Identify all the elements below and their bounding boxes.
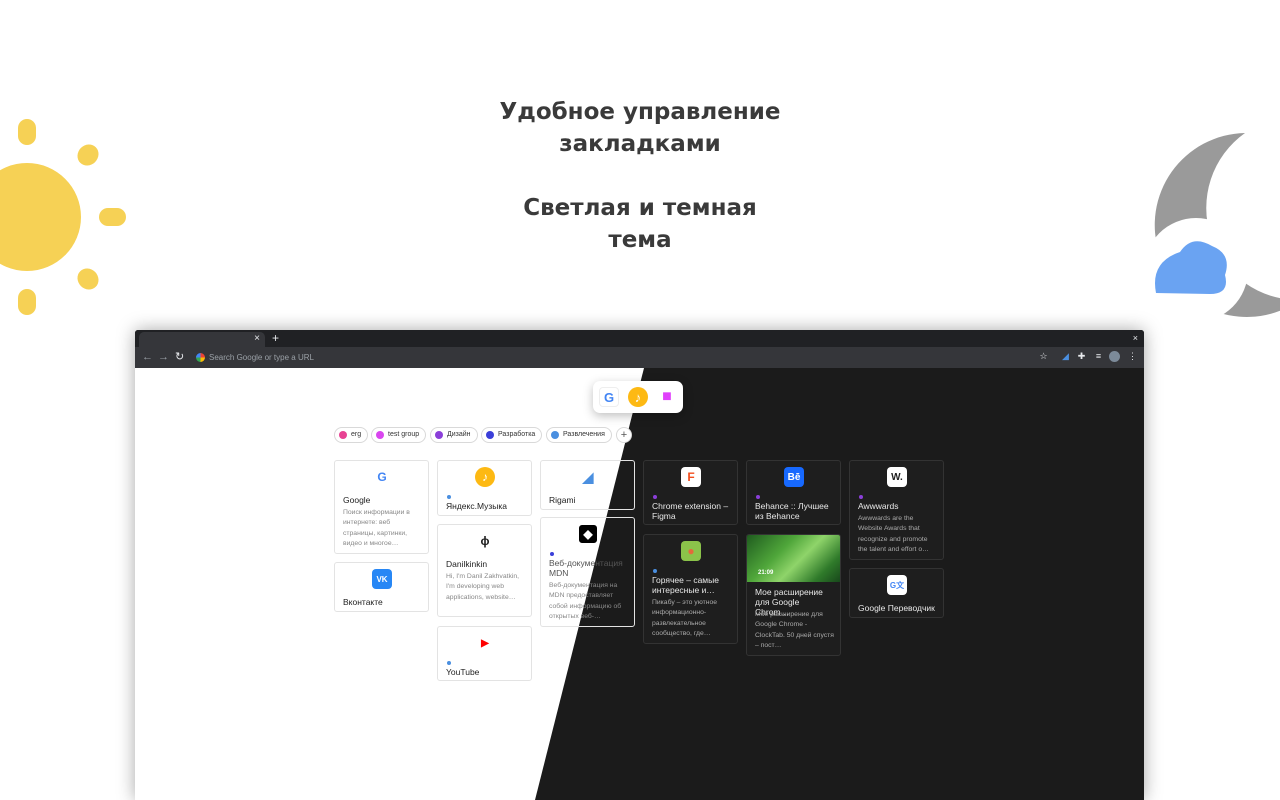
pikabu-icon: ● (681, 541, 701, 561)
card-title: Яндекс.Музыка (446, 501, 508, 511)
browser-toolbar: ← → ↻ Search Google or type a URL ☆ ◢ ✚ … (135, 347, 1144, 368)
group-chip[interactable]: erg (334, 427, 369, 443)
awwwards-icon: W. (887, 467, 907, 487)
add-group-button[interactable]: + (616, 427, 632, 443)
new-tab-button[interactable]: + (272, 332, 279, 345)
favorites-dock: G ♪ ■ (593, 381, 683, 413)
reload-button[interactable]: ↻ (175, 350, 184, 364)
card-title: Google Переводчик (858, 603, 935, 613)
extensions-puzzle-icon[interactable]: ✚ (1076, 351, 1087, 362)
group-chip-label: Разработка (498, 431, 536, 438)
star-icon[interactable]: ☆ (1038, 351, 1049, 362)
rigami-icon: ◢ (582, 468, 594, 485)
address-bar-placeholder: Search Google or type a URL (209, 353, 314, 362)
card-title: YouTube (446, 667, 480, 677)
card-title: Веб-документация MDN (549, 558, 623, 578)
card-description: Поиск информации в интернете: веб страни… (343, 509, 410, 548)
card-description: Веб-документация на MDN предоставляет со… (549, 582, 622, 621)
card-description: Пикабу – это уютное информационно-развле… (652, 599, 718, 638)
youtube-icon: ▶ (481, 637, 489, 649)
dock-folder-icon[interactable]: ■ (657, 387, 677, 407)
mdn-icon: ◆ (578, 524, 598, 544)
menu-kebab-icon[interactable]: ⋮ (1127, 351, 1138, 362)
bookmark-card[interactable]: ɸ Danilkinkin Hi, I'm Danil Zakhvatkin, … (437, 524, 532, 617)
card-title: Chrome extension – Figma (652, 501, 729, 521)
card-description: Awwwards are the Website Awards that rec… (858, 515, 929, 554)
forward-button[interactable]: → (158, 350, 169, 364)
google-icon (196, 353, 205, 362)
card-title: Danilkinkin (446, 559, 488, 569)
card-title: Awwwards (858, 501, 899, 511)
bookmark-card[interactable]: G Google Поиск информации в интернете: в… (334, 460, 429, 554)
browser-tab[interactable]: × (139, 332, 265, 347)
headline-line-2: закладками (559, 131, 721, 157)
bookmark-card[interactable]: ♪ Яндекс.Музыка (437, 460, 532, 516)
bookmark-card[interactable]: ▶ YouTube (437, 626, 532, 681)
group-chip-label: erg (351, 431, 362, 438)
card-title: Behance :: Лучшее из Behance (755, 501, 829, 521)
reading-list-icon[interactable]: ≡ (1093, 351, 1104, 362)
group-chip[interactable]: Разработка (481, 427, 543, 443)
new-tab-page: G ♪ ■ erg test group Дизайн Разработка Р… (135, 368, 1144, 800)
window-close-button[interactable]: × (1133, 333, 1138, 343)
back-button[interactable]: ← (142, 350, 153, 364)
bookmark-card[interactable]: ◆ Веб-документация MDN Веб-документация … (540, 517, 635, 627)
light-theme-half (135, 368, 644, 800)
vk-icon: VK (372, 569, 392, 589)
headline: Удобное управление закладками Светлая и … (0, 96, 1280, 256)
card-title: Google (343, 495, 371, 505)
bookmark-card[interactable]: G文 Google Переводчик (849, 568, 944, 618)
group-chip[interactable]: Развлечения (546, 427, 612, 443)
card-title: Вконтакте (343, 597, 383, 607)
group-chip[interactable]: Дизайн (430, 427, 478, 443)
address-bar[interactable]: Search Google or type a URL (193, 349, 1058, 366)
headline-line-4: тема (608, 227, 672, 253)
bookmark-card[interactable]: 21:09 Мое расширение для Google Chrom… М… (746, 534, 841, 656)
group-chip-label: Развлечения (563, 431, 605, 438)
group-chip-label: Дизайн (447, 431, 471, 438)
tab-bar: × + × (135, 330, 1144, 347)
headline-line-3: Светлая и темная (523, 195, 757, 221)
yandex-music-icon: ♪ (475, 467, 495, 487)
tab-close-button[interactable]: × (254, 333, 260, 345)
card-title: Rigami (549, 495, 576, 505)
rigami-extension-icon[interactable]: ◢ (1060, 351, 1071, 362)
bookmark-card[interactable]: ● Горячее – самые интересные и… Пикабу –… (643, 534, 738, 644)
danilkinkin-icon: ɸ (480, 534, 490, 548)
card-description: Мое расширение для Google Chrome - Clock… (755, 611, 834, 650)
bookmark-card[interactable]: F Chrome extension – Figma (643, 460, 738, 525)
bookmark-card[interactable]: ◢ Rigami (540, 460, 635, 510)
thumbnail-time: 21:09 (758, 570, 774, 576)
group-chip[interactable]: test group (371, 427, 427, 443)
headline-line-1: Удобное управление (499, 99, 781, 125)
figma-icon: F (681, 467, 701, 487)
dock-google-icon[interactable]: G (599, 387, 619, 407)
bookmark-card[interactable]: VK Вконтакте (334, 562, 429, 612)
google-translate-icon: G文 (887, 575, 907, 595)
bookmark-card[interactable]: W. Awwwards Awwwards are the Website Awa… (849, 460, 944, 560)
browser-window: × + × ← → ↻ Search Google or type a URL … (135, 330, 1144, 800)
group-chip-label: test group (388, 431, 420, 438)
google-icon: G (377, 470, 387, 484)
card-description: Hi, I'm Danil Zakhvatkin, I'm developing… (446, 573, 520, 601)
dock-yandex-music-icon[interactable]: ♪ (628, 387, 648, 407)
card-title: Горячее – самые интересные и… (652, 575, 719, 595)
behance-icon: Bē (784, 467, 804, 487)
bookmark-card[interactable]: Bē Behance :: Лучшее из Behance (746, 460, 841, 525)
profile-avatar[interactable] (1109, 351, 1120, 362)
